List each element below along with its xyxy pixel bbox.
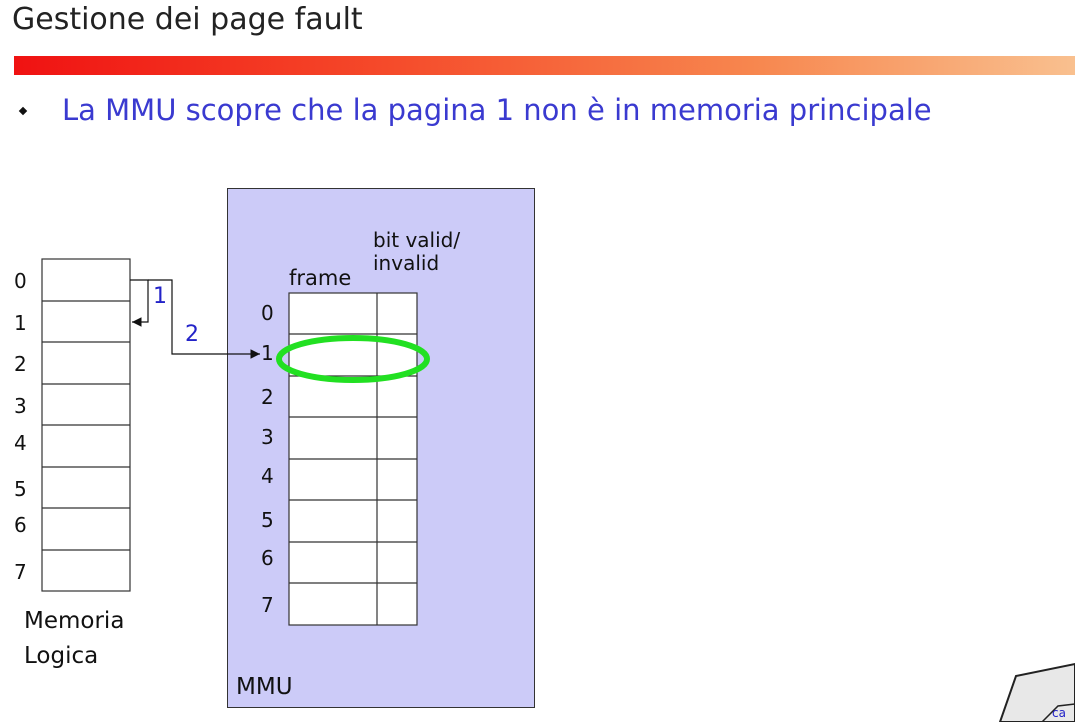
logical-memory-table (41, 258, 131, 592)
corner-text: ca (1052, 706, 1066, 720)
diagram-lines (41, 258, 1075, 722)
arrow-step-2 (148, 279, 260, 359)
arrow-step-1 (130, 279, 149, 327)
